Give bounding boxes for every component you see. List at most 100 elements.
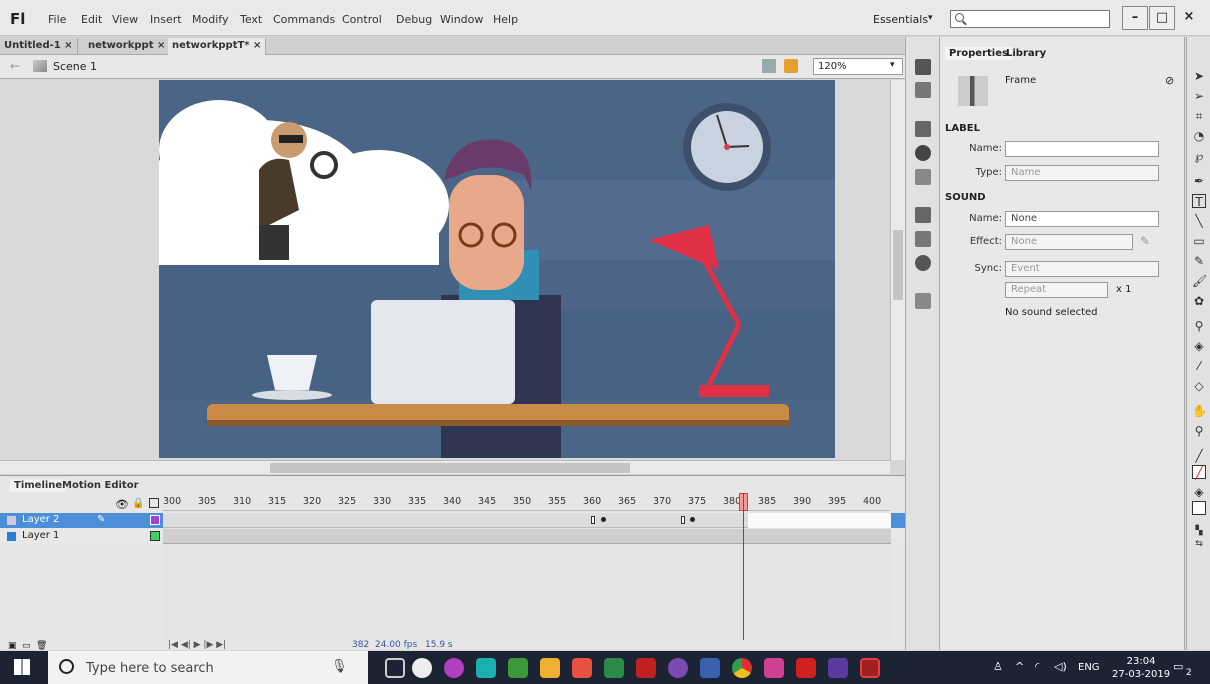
menu-file[interactable]: File (48, 13, 66, 26)
transform-icon[interactable] (915, 169, 931, 185)
repeat-count[interactable]: x 1 (1116, 284, 1131, 295)
taskbar-app-icon[interactable] (668, 658, 688, 678)
menu-commands[interactable]: Commands (273, 13, 335, 26)
close-button[interactable]: × (1176, 6, 1202, 30)
workspace-dropdown-icon[interactable]: ▾ (928, 13, 933, 23)
help-icon[interactable]: ⊘ (1165, 74, 1174, 87)
menu-text[interactable]: Text (240, 13, 262, 26)
show-hide-layers-icon[interactable]: 👁 (115, 498, 129, 511)
new-folder-icon[interactable]: ▭ (22, 641, 31, 651)
effect-select[interactable]: None (1005, 234, 1133, 250)
lock-layers-icon[interactable]: 🔒 (132, 498, 144, 509)
stage-canvas[interactable] (159, 80, 835, 458)
playback-controls-icon[interactable]: |◀ ◀| ▶ |▶ ▶| (168, 640, 226, 650)
eraser-tool-icon[interactable]: ◇ (1192, 379, 1206, 393)
taskbar-app-icon[interactable] (572, 658, 592, 678)
layer-color-swatch[interactable] (150, 531, 160, 541)
stage-horizontal-scrollbar[interactable] (0, 460, 890, 474)
back-arrow-icon[interactable]: ← (10, 59, 20, 73)
keyframe-marker[interactable] (690, 517, 695, 522)
sound-name-select[interactable]: None (1005, 211, 1159, 227)
ruler-frame-number[interactable]: 330 (373, 496, 391, 507)
stroke-color-icon[interactable]: ╱ (1192, 449, 1206, 463)
wifi-icon[interactable]: ◜ (1035, 660, 1039, 673)
maximize-button[interactable]: □ (1149, 6, 1175, 30)
new-layer-icon[interactable]: ▣ (8, 641, 17, 651)
code-snippets-icon[interactable] (915, 207, 931, 223)
task-view-icon[interactable] (385, 658, 405, 678)
lasso-tool-icon[interactable]: ℘ (1192, 149, 1206, 163)
scene-panel-icon[interactable] (915, 293, 931, 309)
zoom-dropdown-icon[interactable]: ▾ (890, 60, 895, 70)
delete-layer-icon[interactable]: 🗑 (36, 641, 47, 651)
fill-swatch-icon[interactable] (1192, 501, 1206, 515)
flash-taskbar-icon[interactable] (636, 658, 656, 678)
ruler-frame-number[interactable]: 400 (863, 496, 881, 507)
sync-select[interactable]: Event (1005, 261, 1159, 277)
menu-edit[interactable]: Edit (81, 13, 102, 26)
taskbar-search-box[interactable]: Type here to search 🎙 (48, 651, 368, 684)
menu-modify[interactable]: Modify (192, 13, 228, 26)
rectangle-tool-icon[interactable]: ▭ (1192, 234, 1206, 248)
microphone-icon[interactable]: 🎙 (331, 659, 348, 674)
current-frame[interactable]: 382 (352, 640, 369, 650)
frame-rate[interactable]: 24.00 fps (375, 640, 417, 650)
horizontal-scroll-thumb[interactable] (270, 463, 630, 473)
deco-tool-icon[interactable]: ✿ (1192, 294, 1206, 308)
ruler-frame-number[interactable]: 320 (303, 496, 321, 507)
info-icon[interactable] (915, 145, 931, 161)
outline-layers-icon[interactable] (149, 498, 159, 508)
layer-name[interactable]: Layer 1 (22, 530, 59, 541)
keyframe-marker[interactable] (681, 516, 685, 524)
taskbar-clock[interactable]: 23:04 27-03-2019 (1112, 655, 1170, 681)
align-icon[interactable] (915, 121, 931, 137)
layer-name[interactable]: Layer 2 (22, 514, 59, 525)
vertical-scroll-thumb[interactable] (893, 230, 903, 300)
ruler-frame-number[interactable]: 370 (653, 496, 671, 507)
sound-section[interactable]: SOUND (945, 192, 986, 203)
ruler-frame-number[interactable]: 345 (478, 496, 496, 507)
menu-control[interactable]: Control (342, 13, 382, 26)
bone-tool-icon[interactable]: ⚲ (1192, 319, 1206, 333)
fill-color-icon[interactable]: ◈ (1192, 485, 1206, 499)
layer-2-keyframe-span[interactable] (748, 513, 891, 528)
motion-icon[interactable] (915, 255, 931, 271)
keyframe-marker[interactable] (601, 517, 606, 522)
whatsapp-icon[interactable] (476, 658, 496, 678)
ruler-frame-number[interactable]: 350 (513, 496, 531, 507)
menu-window[interactable]: Window (440, 13, 483, 26)
line-tool-icon[interactable]: ╲ (1192, 214, 1206, 228)
ruler-frame-number[interactable]: 315 (268, 496, 286, 507)
workspace-switcher[interactable]: Essentials (873, 13, 928, 26)
ruler-frame-number[interactable]: 325 (338, 496, 356, 507)
taskbar-app-icon[interactable] (604, 658, 624, 678)
pen-tool-icon[interactable]: ✒ (1192, 174, 1206, 188)
tab-library[interactable]: Library (1002, 47, 1050, 60)
taskbar-app-icon[interactable] (700, 658, 720, 678)
eyedropper-tool-icon[interactable]: ⁄ (1192, 359, 1206, 373)
taskbar-app-icon[interactable] (508, 658, 528, 678)
zoom-tool-icon[interactable]: ⚲ (1192, 424, 1206, 438)
flash-active-icon[interactable] (860, 658, 880, 678)
layer-color-swatch[interactable] (150, 515, 160, 525)
frame-name-input[interactable] (1005, 141, 1159, 157)
tab-networkpptT[interactable]: networkpptT* × (168, 38, 267, 55)
keyframe-marker[interactable] (591, 516, 595, 524)
selection-tool-icon[interactable]: ➤ (1192, 69, 1206, 83)
frames-grid[interactable] (163, 513, 891, 640)
ruler-frame-number[interactable]: 390 (793, 496, 811, 507)
menu-view[interactable]: View (112, 13, 138, 26)
help-search-input[interactable] (950, 10, 1110, 28)
language-indicator[interactable]: ENG (1078, 662, 1100, 673)
ruler-frame-number[interactable]: 355 (548, 496, 566, 507)
menu-help[interactable]: Help (493, 13, 518, 26)
layer-1-frames[interactable] (163, 529, 891, 544)
label-section[interactable]: LABEL (945, 123, 980, 134)
volume-icon[interactable]: ◁) (1054, 660, 1067, 673)
repeat-select[interactable]: Repeat (1005, 282, 1108, 298)
black-white-icon[interactable]: ▚ (1192, 524, 1206, 538)
windows-start-icon[interactable] (14, 659, 30, 675)
edit-symbols-icon[interactable] (784, 59, 798, 73)
3d-rotation-tool-icon[interactable]: ◔ (1192, 129, 1206, 143)
tab-motion-editor[interactable]: Motion Editor (58, 479, 143, 492)
